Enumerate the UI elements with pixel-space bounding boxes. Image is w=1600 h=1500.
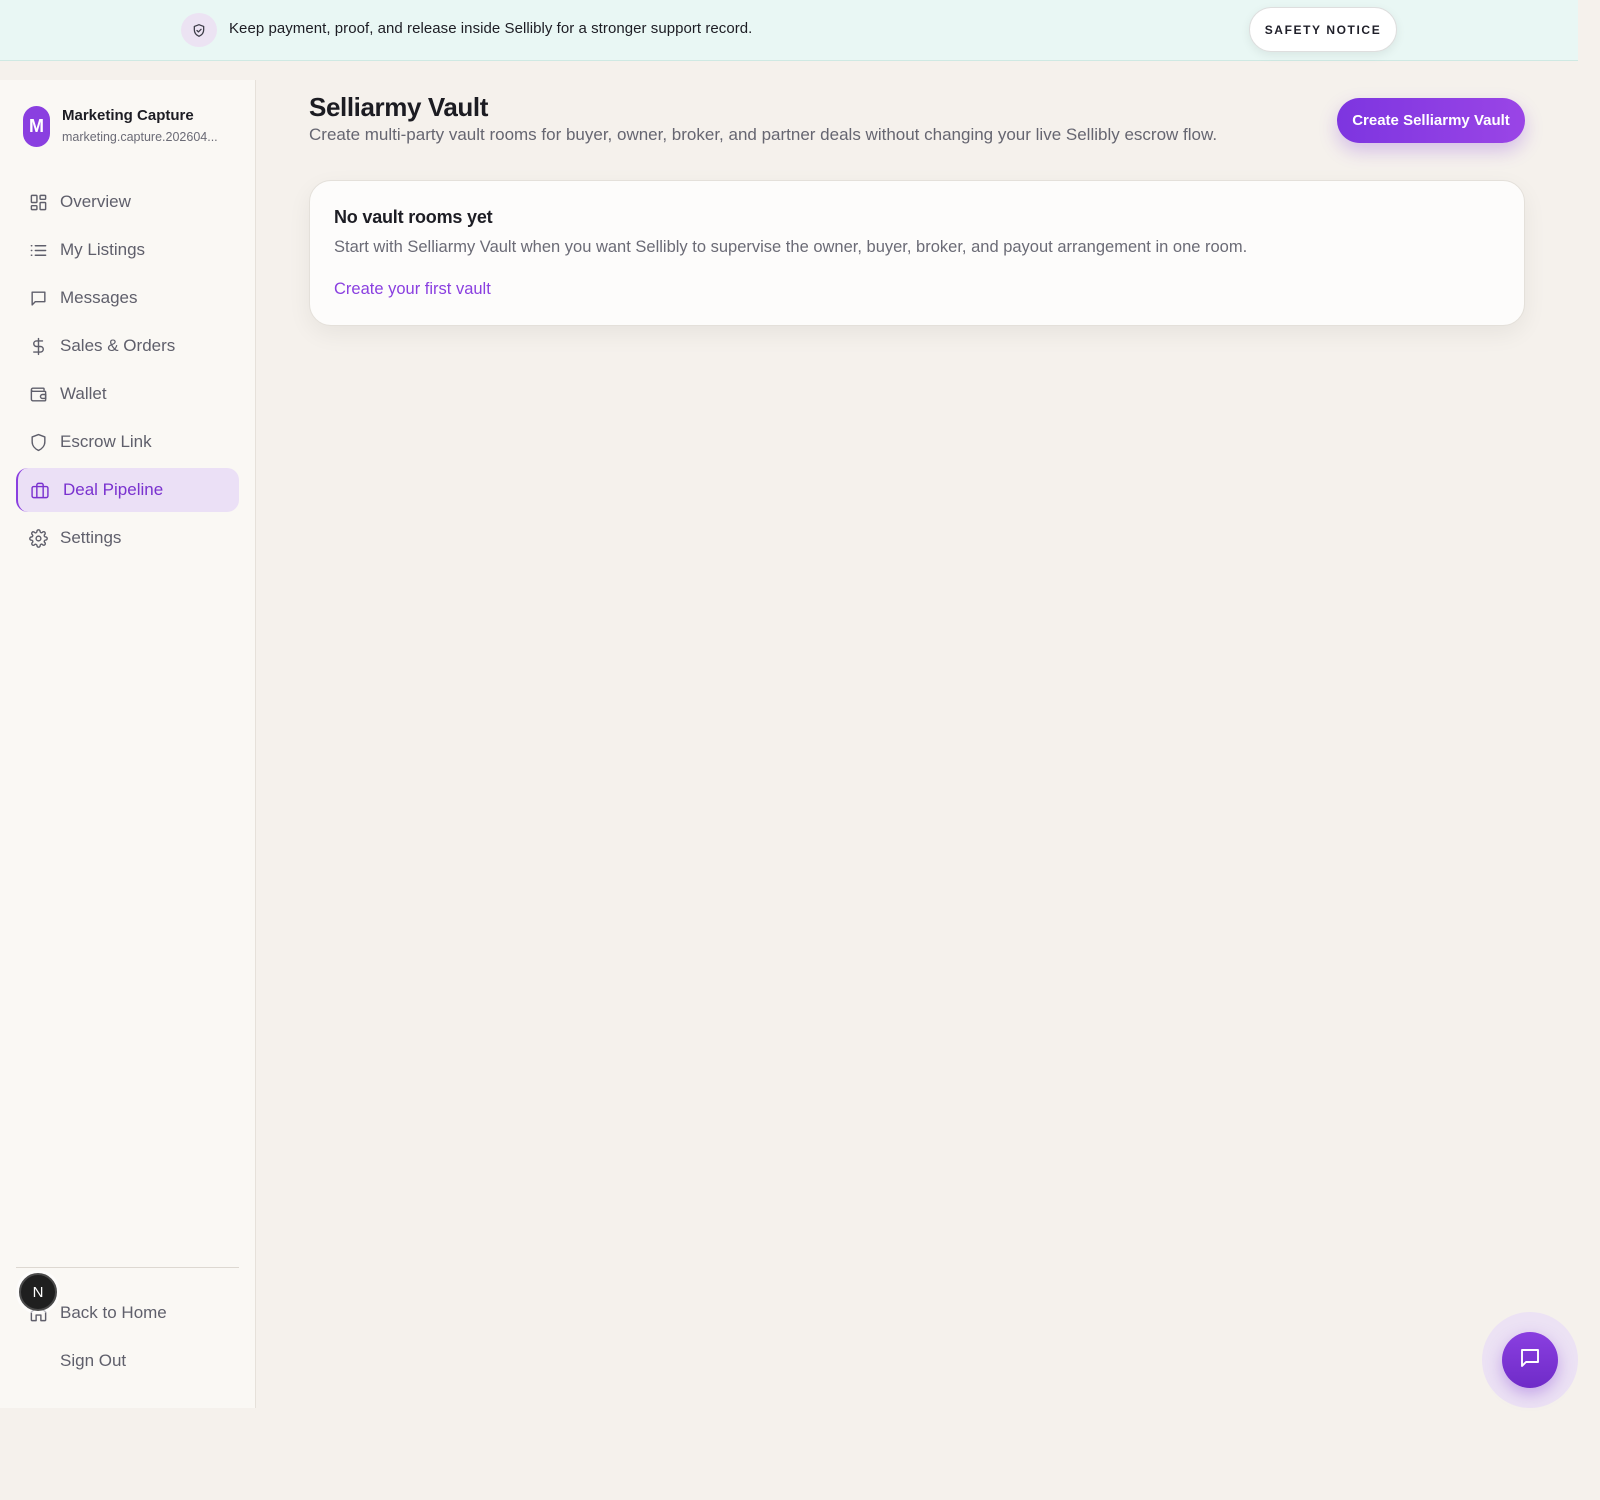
page: Keep payment, proof, and release inside … (0, 0, 1600, 1500)
chat-button[interactable] (1502, 1332, 1558, 1388)
safety-banner: Keep payment, proof, and release inside … (0, 0, 1578, 61)
briefcase-icon (29, 479, 51, 501)
create-first-vault-link[interactable]: Create your first vault (334, 280, 491, 299)
page-subtitle: Create multi-party vault rooms for buyer… (309, 125, 1218, 144)
account-email: marketing.capture.202604... (62, 130, 218, 144)
sidebar-item-label: My Listings (60, 240, 146, 259)
sidebar-item-label: Wallet (60, 384, 107, 403)
sidebar-item-sales-orders[interactable]: Sales & Orders (16, 324, 239, 368)
sidebar-item-label: Deal Pipeline (63, 480, 164, 499)
sidebar-divider (16, 1267, 239, 1268)
sidebar-item-wallet[interactable]: Wallet (16, 372, 239, 416)
create-vault-button[interactable]: Create Selliarmy Vault (1337, 98, 1525, 143)
sidebar-item-overview[interactable]: Overview (16, 180, 239, 224)
avatar: M (23, 106, 50, 147)
dollar-icon (27, 335, 49, 357)
wallet-icon (27, 383, 49, 405)
sidebar-item-escrow-link[interactable]: Escrow Link (16, 420, 239, 464)
sidebar-footer-label: Sign Out (60, 1351, 127, 1370)
sidebar-item-label: Settings (60, 528, 122, 547)
account-name: Marketing Capture (62, 107, 194, 124)
empty-state-title: No vault rooms yet (334, 207, 493, 227)
chat-icon (1518, 1346, 1542, 1375)
user-badge[interactable]: N (19, 1273, 57, 1311)
list-icon (27, 239, 49, 261)
sidebar-item-label: Escrow Link (60, 432, 152, 451)
grid-icon (27, 191, 49, 213)
banner-text: Keep payment, proof, and release inside … (229, 20, 753, 37)
sidebar-item-messages[interactable]: Messages (16, 276, 239, 320)
sidebar-item-label: Messages (60, 288, 138, 307)
sidebar: M Marketing Capture marketing.capture.20… (0, 80, 256, 1408)
sidebar-item-settings[interactable]: Settings (16, 516, 239, 560)
message-icon (27, 287, 49, 309)
shield-check-icon (181, 13, 217, 47)
sign-out-button[interactable]: Sign Out (16, 1339, 239, 1383)
sidebar-item-label: Overview (60, 192, 131, 211)
page-title: Selliarmy Vault (309, 92, 488, 122)
sidebar-item-deal-pipeline[interactable]: Deal Pipeline (16, 468, 239, 512)
sidebar-item-label: Sales & Orders (60, 336, 176, 355)
shield-icon (27, 431, 49, 453)
empty-state-card: No vault rooms yet Start with Selliarmy … (309, 180, 1525, 326)
sidebar-item-my-listings[interactable]: My Listings (16, 228, 239, 272)
gear-icon (27, 527, 49, 549)
safety-notice-button[interactable]: SAFETY NOTICE (1249, 7, 1397, 52)
sidebar-footer-label: Back to Home (60, 1303, 167, 1322)
empty-state-body: Start with Selliarmy Vault when you want… (334, 238, 1248, 256)
account-card[interactable]: M Marketing Capture marketing.capture.20… (23, 106, 243, 148)
